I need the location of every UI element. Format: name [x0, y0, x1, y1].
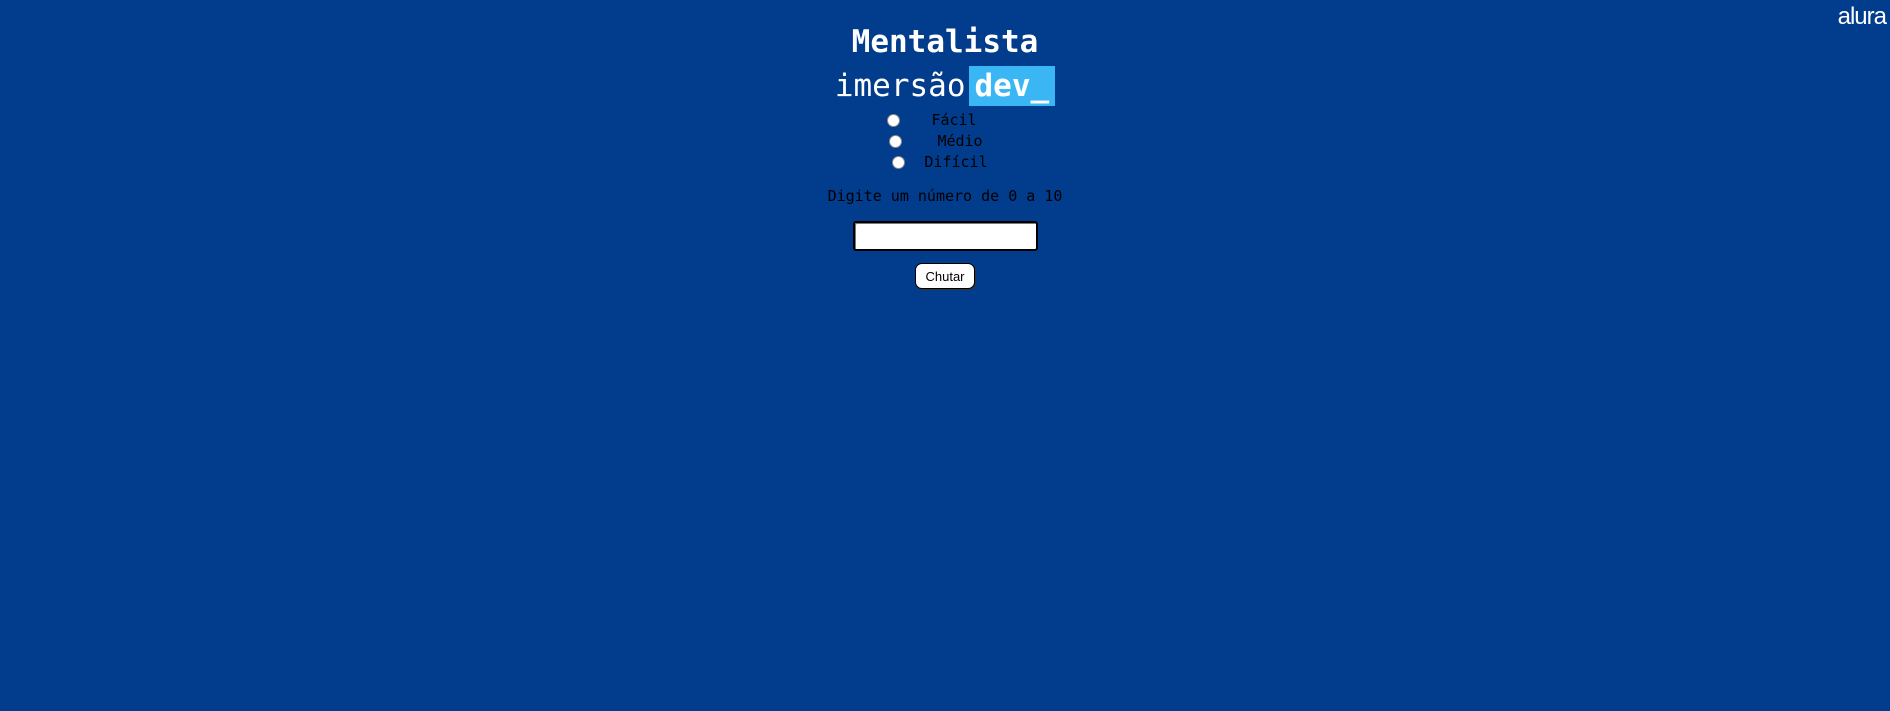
input-container — [0, 221, 1890, 251]
difficulty-selector: Fácil Médio Difícil — [0, 110, 1890, 173]
level-label-dificil: Difícil — [924, 153, 988, 171]
guess-input[interactable] — [852, 221, 1038, 251]
radio-dificil[interactable] — [892, 156, 906, 169]
logo-text-dev: dev_ — [968, 66, 1056, 106]
alura-logo[interactable]: alura — [1838, 3, 1887, 31]
page-title: Mentalista — [851, 24, 1039, 60]
main-content: Mentalista imersão dev_ Fácil Médio Difíc… — [0, 0, 1890, 289]
level-option-medio[interactable]: Médio — [0, 131, 1881, 152]
level-label-medio: Médio — [937, 132, 983, 150]
radio-medio[interactable] — [889, 135, 903, 148]
logo-text-imersao: imersão — [834, 68, 966, 104]
level-label-facil: Fácil — [931, 111, 977, 129]
guess-prompt: Digite um número de 0 a 10 — [827, 187, 1063, 205]
radio-facil[interactable] — [887, 114, 901, 127]
button-container: Chutar — [0, 263, 1890, 289]
chutar-button[interactable]: Chutar — [915, 263, 975, 289]
level-option-dificil[interactable]: Difícil — [0, 152, 1885, 173]
page: alura Mentalista imersão dev_ Fácil Médio… — [0, 0, 1890, 711]
imersao-dev-logo: imersão dev_ — [0, 66, 1890, 106]
level-option-facil[interactable]: Fácil — [0, 110, 1877, 131]
